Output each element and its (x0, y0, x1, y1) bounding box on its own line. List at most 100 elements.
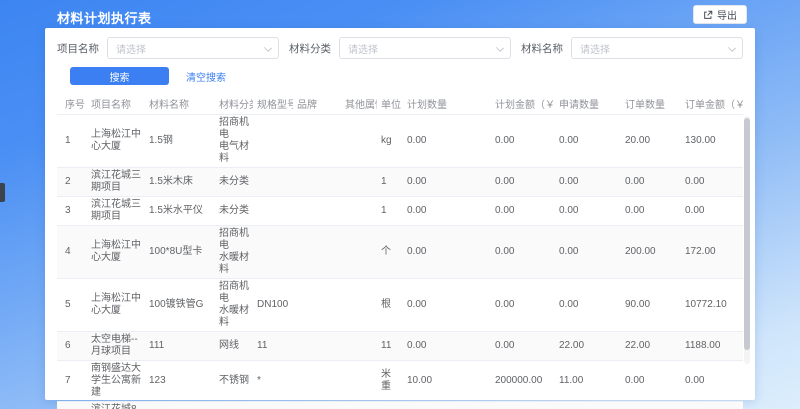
table-cell: 0.00 (491, 401, 555, 409)
material-filter-group: 材料名称 请选择 (521, 37, 743, 59)
project-select[interactable]: 请选择 (107, 37, 279, 59)
table-cell: 0.00 (491, 196, 555, 225)
column-header: 订单金额（￥） (681, 94, 743, 114)
table-cell (293, 114, 341, 167)
clear-search-button[interactable]: 清空搜索 (186, 69, 226, 84)
table-cell: 根 (377, 278, 403, 331)
table-row: 2滨江花城三期项目1.5米木床未分类10.000.000.000.000.00 (57, 167, 743, 196)
table-row: 6太空电梯--月球项目111网线11110.000.0022.0022.0011… (57, 331, 743, 360)
table-row: 4上海松江中心大厦100*8U型卡招商机电 水暖材料个0.000.000.002… (57, 225, 743, 278)
column-header: 材料名称 (145, 94, 215, 114)
table-cell: 1188.00 (681, 331, 743, 360)
column-header: 项目名称 (87, 94, 145, 114)
table-cell: 1.5米木床 (145, 167, 215, 196)
table-cell: 0.00 (681, 196, 743, 225)
table-cell: 3 (57, 196, 87, 225)
table-cell (341, 225, 377, 278)
search-button[interactable]: 搜索 (70, 67, 169, 85)
column-header: 订单数量 (621, 94, 681, 114)
export-icon (703, 10, 713, 20)
table-cell: 根 (377, 401, 403, 409)
table-cell: 172.00 (681, 225, 743, 278)
table-cell: 11.00 (555, 360, 621, 401)
table-cell: 22.00 (621, 331, 681, 360)
column-header: 材料分类 (215, 94, 253, 114)
table-row: 1上海松江中心大厦1.5钢招商机电 电气材料kg0.000.000.0020.0… (57, 114, 743, 167)
table-cell: 100镀铁管G (145, 278, 215, 331)
table-cell: 111 (145, 331, 215, 360)
table-cell: 22.00 (555, 331, 621, 360)
table-cell: 123 (145, 360, 215, 401)
table-cell (293, 331, 341, 360)
table-cell: 1 (57, 114, 87, 167)
table-cell: 0.00 (403, 196, 491, 225)
table-cell: 个 (377, 225, 403, 278)
table-cell (341, 196, 377, 225)
table-cell: 0.00 (621, 360, 681, 401)
table-cell: 200.00 (621, 225, 681, 278)
table-cell: 0.00 (403, 331, 491, 360)
table-cell: 90.00 (621, 278, 681, 331)
chevron-down-icon (728, 44, 736, 52)
table-cell: 100*8U型卡 (145, 225, 215, 278)
table-cell: 8 (57, 401, 87, 409)
column-header: 计划数量 (403, 94, 491, 114)
table-cell: 0.00 (621, 401, 681, 409)
table-cell (341, 114, 377, 167)
table-cell (293, 278, 341, 331)
table-cell (253, 196, 293, 225)
table-cell: 0.00 (491, 167, 555, 196)
table-cell (341, 278, 377, 331)
table-cell (341, 360, 377, 401)
table-cell: 0.00 (555, 167, 621, 196)
table-cell: 南钢盛达大学生公寓新建 (87, 360, 145, 401)
vertical-scrollbar[interactable] (744, 116, 750, 364)
table-cell: 10.00 (403, 360, 491, 401)
column-header: 单位 (377, 94, 403, 114)
table-cell (341, 167, 377, 196)
project-filter-label: 项目名称 (57, 41, 99, 56)
table-cell: 0.00 (555, 278, 621, 331)
table-cell: 未分类 (215, 196, 253, 225)
sidebar-collapse-handle[interactable] (0, 183, 5, 202)
table-cell (253, 114, 293, 167)
vertical-scrollbar-thumb[interactable] (744, 118, 750, 350)
table-cell: 米重 (377, 360, 403, 401)
column-header: 序号 (57, 94, 87, 114)
table-cell: 招商机电 水暖材料 (215, 225, 253, 278)
category-select-placeholder: 请选择 (348, 41, 378, 56)
table-cell (293, 167, 341, 196)
material-plan-table: 序号项目名称材料名称材料分类规格型号品牌其他属性单位计划数量计划金额（￥）申请数… (57, 94, 743, 409)
table-cell: 0.00 (491, 225, 555, 278)
export-button[interactable]: 导出 (693, 5, 747, 24)
table-container: 序号项目名称材料名称材料分类规格型号品牌其他属性单位计划数量计划金额（￥）申请数… (57, 94, 743, 409)
category-filter-group: 材料分类 请选择 (289, 37, 511, 59)
column-header: 其他属性 (341, 94, 377, 114)
table-cell: 1.5钢 (145, 114, 215, 167)
table-cell: 0.00 (681, 360, 743, 401)
table-row: 5上海松江中心大厦100镀铁管G招商机电 水暖材料DN100根0.000.000… (57, 278, 743, 331)
filter-row: 项目名称 请选择 材料分类 请选择 材料名称 请选择 (57, 37, 743, 59)
table-cell: 0.00 (681, 167, 743, 196)
table-cell: 0.00 (403, 278, 491, 331)
table-cell: 7 (57, 360, 87, 401)
table-cell: 龙牌 (293, 401, 341, 409)
table-cell: 1.5米水平仪 (145, 196, 215, 225)
table-cell: 0.00 (555, 114, 621, 167)
table-cell: 滨江花城三期项目 (87, 167, 145, 196)
table-cell: 滨江花城8期项目-分包 (87, 401, 145, 409)
table-cell: 1.00 (555, 401, 621, 409)
content-card: 项目名称 请选择 材料分类 请选择 材料名称 请选择 (45, 28, 755, 400)
table-cell (293, 196, 341, 225)
table-row: 8滨江花城8期项目-分包12石膏板墙面辅材1220*2440*12龙牌根0.00… (57, 401, 743, 409)
material-select[interactable]: 请选择 (571, 37, 743, 59)
project-select-placeholder: 请选择 (116, 41, 146, 56)
category-select[interactable]: 请选择 (339, 37, 511, 59)
chevron-down-icon (496, 44, 504, 52)
project-filter-group: 项目名称 请选择 (57, 37, 279, 59)
table-cell: 滨江花城三期项目 (87, 196, 145, 225)
table-cell: 2 (57, 167, 87, 196)
table-cell: 上海松江中心大厦 (87, 278, 145, 331)
table-cell: 0.00 (403, 225, 491, 278)
table-cell: 上海松江中心大厦 (87, 225, 145, 278)
